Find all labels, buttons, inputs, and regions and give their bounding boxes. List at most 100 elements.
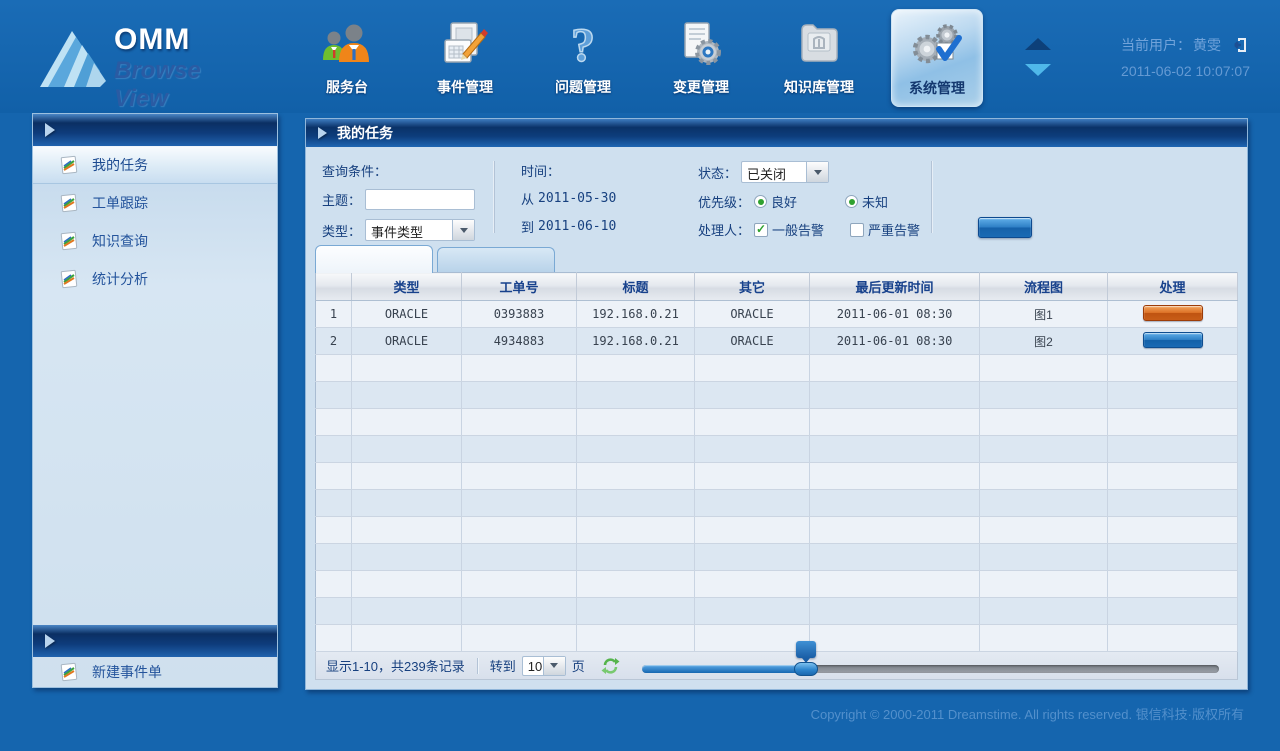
from-label: 从 [521, 189, 534, 208]
slider-tooltip [796, 641, 816, 658]
col-header-type[interactable]: 类型 [352, 273, 462, 301]
refresh-button[interactable] [601, 657, 620, 675]
slider-thumb[interactable] [794, 662, 818, 676]
page-slider [642, 652, 1219, 680]
sidebar-item-order-tracking[interactable]: 工单跟踪 [33, 184, 277, 222]
chevron-down-icon[interactable] [543, 657, 565, 675]
sidebar-item-label: 统计分析 [92, 269, 148, 289]
handler-label: 处理人： [698, 220, 750, 239]
type-label: 类型： [322, 221, 361, 240]
status-select[interactable]: 已关闭 [741, 161, 829, 183]
handler-option-label: 一般告警 [772, 220, 824, 239]
cell-flow-link[interactable]: 图1 [980, 301, 1108, 328]
to-date[interactable]: 2011-06-10 [538, 219, 616, 234]
chevron-down-icon[interactable] [806, 162, 828, 182]
current-datetime: 2011-06-02 10:07:07 [1121, 63, 1250, 79]
book-icon [792, 19, 846, 71]
scroll-up-icon[interactable] [1025, 38, 1051, 50]
process-button[interactable] [1143, 332, 1203, 348]
table-empty-row [316, 598, 1238, 625]
cell-index: 1 [316, 301, 352, 328]
app-logo: OMM Browse View [38, 15, 253, 99]
col-header-other[interactable]: 其它 [695, 273, 810, 301]
query-section: 查询条件： 主题： 类型： 事件类型 时间： [306, 147, 1247, 243]
from-date[interactable]: 2011-05-30 [538, 191, 616, 206]
results-table-wrap: 类型 工单号 标题 其它 最后更新时间 流程图 处理 1 ORACLE [306, 272, 1247, 652]
priority-option-label: 未知 [862, 192, 888, 211]
handler-checkbox-severe[interactable] [850, 223, 864, 237]
sidebar-item-label: 工单跟踪 [92, 193, 148, 213]
scroll-down-icon[interactable] [1025, 64, 1051, 76]
type-select[interactable]: 事件类型 [365, 219, 475, 241]
page-select[interactable]: 10 [522, 656, 566, 676]
tab-1[interactable] [315, 245, 433, 273]
col-header-action[interactable]: 处理 [1108, 273, 1238, 301]
gears-check-icon [909, 20, 965, 72]
table-empty-row [316, 436, 1238, 463]
col-header-index [316, 273, 352, 301]
table-empty-row [316, 571, 1238, 598]
col-header-title[interactable]: 标题 [577, 273, 695, 301]
priority-option-label: 良好 [771, 192, 797, 211]
sidebar-item-new-incident[interactable]: 新建事件单 [33, 657, 277, 687]
sidebar-item-my-tasks[interactable]: 我的任务 [33, 146, 277, 184]
table-row[interactable]: 1 ORACLE 0393883 192.168.0.21 ORACLE 201… [316, 301, 1238, 328]
table-body: 1 ORACLE 0393883 192.168.0.21 ORACLE 201… [316, 301, 1238, 652]
main-nav: 服务台 事件管理 ? [301, 7, 983, 107]
handler-checkbox-general[interactable] [754, 223, 768, 237]
cell-flow-link[interactable]: 图2 [980, 328, 1108, 355]
sidebar-header[interactable] [33, 114, 277, 146]
results-table: 类型 工单号 标题 其它 最后更新时间 流程图 处理 1 ORACLE [315, 272, 1238, 652]
col-header-updated[interactable]: 最后更新时间 [810, 273, 980, 301]
logout-icon[interactable] [1231, 36, 1249, 54]
task-doc-icon [59, 193, 79, 213]
table-row[interactable]: 2 ORACLE 4934883 192.168.0.21 ORACLE 201… [316, 328, 1238, 355]
subject-label: 主题： [322, 190, 361, 209]
nav-item-label: 事件管理 [437, 77, 493, 97]
process-button[interactable] [1143, 305, 1203, 321]
cell-order-no: 0393883 [462, 301, 577, 328]
cell-title: 192.168.0.21 [577, 328, 695, 355]
subject-input[interactable] [365, 189, 475, 210]
app-subtitle: Browse View [114, 57, 253, 113]
task-doc-icon [59, 231, 79, 251]
nav-item-service-desk[interactable]: 服务台 [301, 7, 393, 97]
table-empty-row [316, 490, 1238, 517]
sidebar-bottom-header[interactable] [33, 625, 277, 657]
cell-other: ORACLE [695, 301, 810, 328]
nav-item-change-mgmt[interactable]: 变更管理 [655, 7, 747, 97]
col-header-order-no[interactable]: 工单号 [462, 273, 577, 301]
priority-radio-unknown[interactable] [845, 195, 858, 208]
sidebar-item-stats-analysis[interactable]: 统计分析 [33, 260, 277, 298]
main-panel: 我的任务 查询条件： 主题： 类型： 事件类型 [305, 118, 1248, 690]
slider-fill [642, 665, 807, 673]
nav-item-problem-mgmt[interactable]: ? 问题管理 [537, 7, 629, 97]
cell-type: ORACLE [352, 328, 462, 355]
query-section-label: 查询条件： [322, 161, 387, 180]
svg-text:?: ? [571, 19, 595, 71]
col-header-flow[interactable]: 流程图 [980, 273, 1108, 301]
time-label: 时间： [521, 161, 560, 180]
cell-updated: 2011-06-01 08:30 [810, 328, 980, 355]
priority-radio-good[interactable] [754, 195, 767, 208]
copyright-text: Copyright © 2000-2011 Dreamstime. All ri… [0, 690, 1280, 723]
logo-triangle-icon [38, 27, 110, 89]
chevron-down-icon[interactable] [452, 220, 474, 240]
search-button[interactable] [978, 217, 1032, 238]
tab-2[interactable] [437, 247, 555, 273]
question-icon: ? [563, 19, 603, 71]
task-doc-icon [59, 155, 79, 175]
app-title: OMM [114, 23, 190, 57]
nav-item-incident-mgmt[interactable]: 事件管理 [419, 7, 511, 97]
cell-updated: 2011-06-01 08:30 [810, 301, 980, 328]
nav-item-system-mgmt[interactable]: 系统管理 [891, 9, 983, 107]
current-user-name: 黄雯 [1193, 35, 1221, 55]
nav-item-label: 知识库管理 [784, 77, 854, 97]
panel-title: 我的任务 [337, 123, 393, 143]
nav-item-knowledge-mgmt[interactable]: 知识库管理 [773, 7, 865, 97]
page-unit-label: 页 [572, 656, 585, 675]
cell-order-no: 4934883 [462, 328, 577, 355]
sidebar-item-knowledge-query[interactable]: 知识查询 [33, 222, 277, 260]
arrow-right-icon [318, 127, 327, 139]
task-doc-icon [59, 662, 79, 682]
